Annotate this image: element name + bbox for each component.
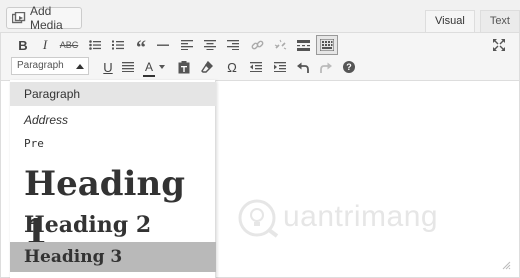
lightbulb-logo-icon: [238, 199, 279, 238]
tab-text[interactable]: Text: [479, 10, 520, 32]
menu-item-address[interactable]: Address: [10, 108, 216, 132]
italic-icon: I: [42, 37, 48, 52]
add-media-button[interactable]: Add Media: [6, 4, 82, 32]
watermark-text: uantrimang: [283, 200, 439, 233]
increase-indent-icon: [274, 62, 286, 72]
tab-visual[interactable]: Visual: [425, 10, 475, 32]
horizontal-rule-icon: [157, 44, 169, 46]
read-more-icon: [296, 39, 310, 51]
svg-text:?: ?: [346, 62, 352, 72]
horizontal-rule-button[interactable]: [153, 35, 173, 55]
align-left-button[interactable]: [177, 35, 197, 55]
menu-item-heading-1[interactable]: Heading 1: [10, 160, 216, 252]
toolbar-row-1: B I ABC “: [1, 35, 519, 59]
redo-button[interactable]: [316, 57, 336, 77]
blockquote-button[interactable]: “: [131, 35, 151, 59]
underline-icon: U: [103, 59, 113, 75]
bold-button[interactable]: B: [13, 35, 33, 55]
insert-link-button[interactable]: [247, 35, 267, 55]
text-color-letter: A: [144, 60, 153, 74]
bullet-list-button[interactable]: [85, 35, 105, 55]
italic-button[interactable]: I: [35, 35, 55, 55]
align-center-button[interactable]: [200, 35, 220, 55]
special-character-icon: Ω: [227, 59, 237, 75]
menu-item-heading-3[interactable]: Heading 3: [10, 242, 216, 272]
clear-formatting-button[interactable]: [197, 57, 217, 77]
format-dropdown-menu: Paragraph Address Pre Heading 1 Heading …: [10, 80, 216, 278]
clear-formatting-icon: [201, 61, 213, 73]
fullscreen-icon: [493, 39, 505, 51]
align-right-icon: [227, 40, 239, 50]
menu-item-heading-2[interactable]: Heading 2: [10, 208, 216, 242]
add-media-label: Add Media: [30, 4, 63, 32]
numbered-list-icon: [112, 40, 124, 50]
decrease-indent-icon: [250, 62, 262, 72]
underline-button[interactable]: U: [98, 57, 118, 77]
watermark: uantrimang: [233, 198, 473, 238]
blockquote-icon: “: [136, 37, 146, 59]
bold-icon: B: [18, 37, 28, 53]
text-color-icon: A: [143, 60, 155, 77]
undo-icon: [297, 62, 309, 73]
bullet-list-icon: [89, 40, 101, 50]
menu-item-paragraph[interactable]: Paragraph: [10, 82, 216, 106]
align-right-button[interactable]: [223, 35, 243, 55]
paste-as-text-icon: [178, 60, 190, 73]
strikethrough-icon: ABC: [59, 40, 79, 50]
toolbar-toggle-button[interactable]: [316, 35, 338, 55]
menu-item-pre[interactable]: Pre: [10, 133, 216, 155]
fullscreen-button[interactable]: [489, 35, 509, 55]
justify-icon: [122, 62, 134, 72]
insert-link-icon: [251, 40, 263, 49]
toolbar-toggle-icon: [320, 39, 334, 51]
remove-link-button[interactable]: [270, 35, 290, 55]
align-left-icon: [181, 40, 193, 50]
paste-as-text-button[interactable]: [174, 57, 194, 77]
resize-handle-icon[interactable]: [501, 257, 511, 270]
undo-button[interactable]: [293, 57, 313, 77]
remove-link-icon: [274, 39, 286, 49]
help-button[interactable]: ?: [339, 57, 359, 77]
justify-button[interactable]: [118, 57, 138, 77]
help-icon: ?: [343, 61, 355, 73]
numbered-list-button[interactable]: [108, 35, 128, 55]
align-center-icon: [204, 40, 216, 50]
editor-toolbar: B I ABC “ Paragraph U A Ω ?: [1, 33, 519, 81]
editor-tabs: Visual Text: [420, 10, 520, 32]
increase-indent-button[interactable]: [270, 57, 290, 77]
decrease-indent-button[interactable]: [246, 57, 266, 77]
text-color-button[interactable]: A: [141, 57, 167, 77]
text-color-caret-icon: [159, 65, 165, 69]
media-icon: [11, 11, 26, 25]
special-character-button[interactable]: Ω: [222, 57, 242, 77]
toolbar-row-2: U A Ω ?: [1, 57, 519, 81]
redo-icon: [320, 62, 332, 73]
read-more-button[interactable]: [293, 35, 313, 55]
strikethrough-button[interactable]: ABC: [59, 35, 79, 55]
